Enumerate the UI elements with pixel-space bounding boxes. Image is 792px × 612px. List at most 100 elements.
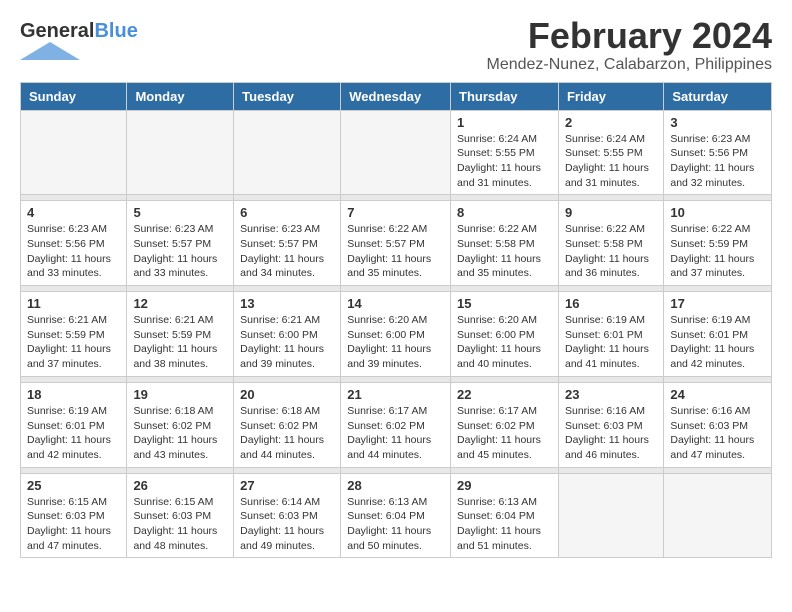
day-info: Sunrise: 6:22 AM Sunset: 5:57 PM Dayligh… <box>347 222 444 281</box>
day-info: Sunrise: 6:23 AM Sunset: 5:56 PM Dayligh… <box>27 222 120 281</box>
day-info: Sunrise: 6:19 AM Sunset: 6:01 PM Dayligh… <box>670 313 765 372</box>
header-monday: Monday <box>127 82 234 110</box>
table-cell: 26 Sunrise: 6:15 AM Sunset: 6:03 PM Dayli… <box>127 473 234 558</box>
day-info: Sunrise: 6:15 AM Sunset: 6:03 PM Dayligh… <box>133 495 227 554</box>
day-number: 21 <box>347 387 444 402</box>
table-cell <box>127 110 234 195</box>
table-cell <box>664 473 772 558</box>
day-number: 25 <box>27 478 120 493</box>
table-cell: 28 Sunrise: 6:13 AM Sunset: 6:04 PM Dayli… <box>341 473 451 558</box>
day-number: 6 <box>240 205 334 220</box>
day-info: Sunrise: 6:16 AM Sunset: 6:03 PM Dayligh… <box>670 404 765 463</box>
day-info: Sunrise: 6:19 AM Sunset: 6:01 PM Dayligh… <box>565 313 657 372</box>
day-info: Sunrise: 6:22 AM Sunset: 5:59 PM Dayligh… <box>670 222 765 281</box>
day-number: 8 <box>457 205 552 220</box>
day-number: 2 <box>565 115 657 130</box>
header-tuesday: Tuesday <box>234 82 341 110</box>
day-info: Sunrise: 6:17 AM Sunset: 6:02 PM Dayligh… <box>457 404 552 463</box>
day-number: 22 <box>457 387 552 402</box>
header-sunday: Sunday <box>21 82 127 110</box>
table-cell: 6 Sunrise: 6:23 AM Sunset: 5:57 PM Daylig… <box>234 201 341 286</box>
day-number: 23 <box>565 387 657 402</box>
day-number: 13 <box>240 296 334 311</box>
header-wednesday: Wednesday <box>341 82 451 110</box>
day-info: Sunrise: 6:22 AM Sunset: 5:58 PM Dayligh… <box>457 222 552 281</box>
day-number: 11 <box>27 296 120 311</box>
day-info: Sunrise: 6:24 AM Sunset: 5:55 PM Dayligh… <box>565 132 657 191</box>
header-friday: Friday <box>558 82 663 110</box>
day-info: Sunrise: 6:18 AM Sunset: 6:02 PM Dayligh… <box>133 404 227 463</box>
day-info: Sunrise: 6:21 AM Sunset: 5:59 PM Dayligh… <box>27 313 120 372</box>
day-number: 4 <box>27 205 120 220</box>
day-number: 24 <box>670 387 765 402</box>
day-number: 19 <box>133 387 227 402</box>
table-cell: 8 Sunrise: 6:22 AM Sunset: 5:58 PM Daylig… <box>451 201 559 286</box>
page-subtitle: Mendez-Nunez, Calabarzon, Philippines <box>487 56 773 74</box>
title-block: February 2024 Mendez-Nunez, Calabarzon, … <box>487 16 773 74</box>
day-number: 12 <box>133 296 227 311</box>
table-cell: 12Sunrise: 6:21 AM Sunset: 5:59 PM Dayli… <box>127 292 234 377</box>
day-number: 7 <box>347 205 444 220</box>
day-info: Sunrise: 6:23 AM Sunset: 5:57 PM Dayligh… <box>133 222 227 281</box>
calendar-week-3: 11 Sunrise: 6:21 AM Sunset: 5:59 PM Dayli… <box>21 292 772 377</box>
day-info: Sunrise: 6:23 AM Sunset: 5:57 PM Dayligh… <box>240 222 334 281</box>
header-saturday: Saturday <box>664 82 772 110</box>
table-cell <box>234 110 341 195</box>
day-info: Sunrise: 6:22 AM Sunset: 5:58 PM Dayligh… <box>565 222 657 281</box>
day-info: Sunrise: 6:24 AM Sunset: 5:55 PM Dayligh… <box>457 132 552 191</box>
day-info: Sunrise: 6:16 AM Sunset: 6:03 PM Dayligh… <box>565 404 657 463</box>
header-thursday: Thursday <box>451 82 559 110</box>
table-cell: 20 Sunrise: 6:18 AM Sunset: 6:02 PM Dayli… <box>234 382 341 467</box>
day-info: Sunrise: 6:13 AM Sunset: 6:04 PM Dayligh… <box>457 495 552 554</box>
table-cell: 18 Sunrise: 6:19 AM Sunset: 6:01 PM Dayli… <box>21 382 127 467</box>
calendar-header-row: Sunday Monday Tuesday Wednesday Thursday… <box>21 82 772 110</box>
table-cell: 15Sunrise: 6:20 AM Sunset: 6:00 PM Dayli… <box>451 292 559 377</box>
day-info: Sunrise: 6:21 AM Sunset: 6:00 PM Dayligh… <box>240 313 334 372</box>
day-number: 26 <box>133 478 227 493</box>
day-number: 29 <box>457 478 552 493</box>
table-cell: 5 Sunrise: 6:23 AM Sunset: 5:57 PM Daylig… <box>127 201 234 286</box>
day-info: Sunrise: 6:13 AM Sunset: 6:04 PM Dayligh… <box>347 495 444 554</box>
day-info: Sunrise: 6:17 AM Sunset: 6:02 PM Dayligh… <box>347 404 444 463</box>
table-cell: 14 Sunrise: 6:20 AM Sunset: 6:00 PM Dayli… <box>341 292 451 377</box>
day-number: 9 <box>565 205 657 220</box>
day-info: Sunrise: 6:23 AM Sunset: 5:56 PM Dayligh… <box>670 132 765 191</box>
table-cell: 22 Sunrise: 6:17 AM Sunset: 6:02 PM Dayli… <box>451 382 559 467</box>
day-number: 1 <box>457 115 552 130</box>
page-title: February 2024 <box>487 16 773 56</box>
day-number: 17 <box>670 296 765 311</box>
table-cell: 21 Sunrise: 6:17 AM Sunset: 6:02 PM Dayli… <box>341 382 451 467</box>
day-number: 18 <box>27 387 120 402</box>
table-cell: 13 Sunrise: 6:21 AM Sunset: 6:00 PM Dayli… <box>234 292 341 377</box>
day-number: 5 <box>133 205 227 220</box>
day-info: Sunrise: 6:19 AM Sunset: 6:01 PM Dayligh… <box>27 404 120 463</box>
logo-icon <box>20 42 80 60</box>
logo-general: General <box>20 20 94 42</box>
table-cell <box>21 110 127 195</box>
day-number: 3 <box>670 115 765 130</box>
table-cell: 10Sunrise: 6:22 AM Sunset: 5:59 PM Dayli… <box>664 201 772 286</box>
day-info: Sunrise: 6:20 AM Sunset: 6:00 PM Dayligh… <box>347 313 444 372</box>
table-cell: 3 Sunrise: 6:23 AM Sunset: 5:56 PM Daylig… <box>664 110 772 195</box>
calendar-week-4: 18 Sunrise: 6:19 AM Sunset: 6:01 PM Dayli… <box>21 382 772 467</box>
table-cell: 24 Sunrise: 6:16 AM Sunset: 6:03 PM Dayli… <box>664 382 772 467</box>
table-cell: 27Sunrise: 6:14 AM Sunset: 6:03 PM Dayli… <box>234 473 341 558</box>
day-number: 28 <box>347 478 444 493</box>
day-info: Sunrise: 6:14 AM Sunset: 6:03 PM Dayligh… <box>240 495 334 554</box>
table-cell <box>558 473 663 558</box>
calendar-week-2: 4 Sunrise: 6:23 AM Sunset: 5:56 PM Daylig… <box>21 201 772 286</box>
table-cell: 11 Sunrise: 6:21 AM Sunset: 5:59 PM Dayli… <box>21 292 127 377</box>
day-info: Sunrise: 6:18 AM Sunset: 6:02 PM Dayligh… <box>240 404 334 463</box>
table-cell: 2 Sunrise: 6:24 AM Sunset: 5:55 PM Daylig… <box>558 110 663 195</box>
table-cell: 29 Sunrise: 6:13 AM Sunset: 6:04 PM Dayli… <box>451 473 559 558</box>
table-cell: 9 Sunrise: 6:22 AM Sunset: 5:58 PM Daylig… <box>558 201 663 286</box>
logo-blue: Blue <box>94 20 137 42</box>
page-header: GeneralBlue February 2024 Mendez-Nunez, … <box>20 16 772 74</box>
day-number: 14 <box>347 296 444 311</box>
table-cell: 19 Sunrise: 6:18 AM Sunset: 6:02 PM Dayli… <box>127 382 234 467</box>
day-number: 20 <box>240 387 334 402</box>
table-cell: 17 Sunrise: 6:19 AM Sunset: 6:01 PM Dayli… <box>664 292 772 377</box>
day-info: Sunrise: 6:15 AM Sunset: 6:03 PM Dayligh… <box>27 495 120 554</box>
calendar-table: Sunday Monday Tuesday Wednesday Thursday… <box>20 82 772 559</box>
day-info: Sunrise: 6:20 AM Sunset: 6:00 PM Dayligh… <box>457 313 552 372</box>
